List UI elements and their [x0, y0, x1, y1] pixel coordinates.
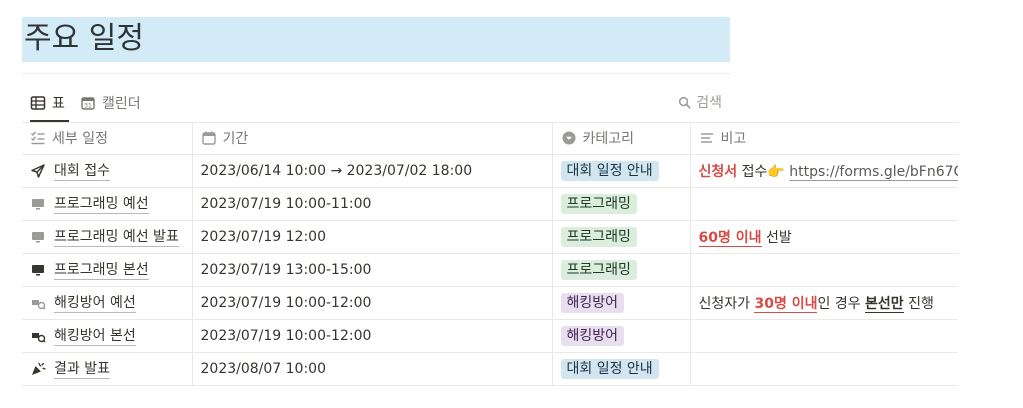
calendar-icon — [201, 130, 217, 146]
table-row[interactable]: 해킹방어 예선 2023/07/19 10:00-12:00 해킹방어 신청자가… — [22, 286, 958, 320]
note-highlight: 30명 이내 — [754, 296, 818, 313]
category-tag: 대회 일정 안내 — [560, 161, 659, 181]
category-tag: 해킹방어 — [560, 326, 625, 346]
checklist-icon — [30, 130, 46, 146]
text-lines-icon — [699, 130, 715, 146]
category-tag: 대회 일정 안내 — [560, 359, 659, 379]
category-cell[interactable]: 프로그래밍 — [551, 220, 690, 254]
tab-calendar-label: 캘린더 — [102, 96, 141, 112]
note-cell[interactable]: 60명 이내 선발 — [689, 220, 958, 254]
note-text: 인 경우 — [817, 296, 866, 312]
form-link[interactable]: https://forms.gle/bFn67Cq — [789, 164, 958, 181]
category-cell[interactable]: 해킹방어 — [551, 319, 690, 353]
note-emphasis: 본선만 — [865, 296, 904, 313]
column-header-label: 카테고리 — [582, 131, 635, 147]
note-text: 접수 — [737, 164, 768, 180]
note-text: 진행 — [903, 296, 934, 312]
svg-text:31: 31 — [84, 103, 92, 110]
note-cell[interactable] — [689, 319, 958, 353]
monitor-icon — [30, 262, 46, 278]
category-cell[interactable]: 대회 일정 안내 — [551, 352, 690, 386]
table-row[interactable]: 프로그래밍 예선 발표 2023/07/19 12:00 프로그래밍 60명 이… — [22, 220, 958, 254]
row-title[interactable]: 결과 발표 — [54, 360, 110, 379]
monitor-icon — [30, 196, 46, 212]
table-row[interactable]: 대회 접수 2023/06/14 10:00 → 2023/07/02 18:0… — [22, 154, 958, 188]
calendar-icon: 31 — [80, 95, 96, 111]
note-text: 신청자가 — [698, 296, 755, 312]
detail-cell[interactable]: 대회 접수 — [22, 154, 192, 188]
period-cell[interactable]: 2023/07/19 10:00-12:00 — [191, 286, 552, 320]
select-icon — [561, 130, 577, 146]
row-title[interactable]: 프로그래밍 본선 — [54, 261, 149, 280]
row-title[interactable]: 프로그래밍 예선 발표 — [54, 228, 179, 247]
category-cell[interactable]: 프로그래밍 — [551, 253, 690, 287]
page-title-block: 주요 일정 — [22, 17, 730, 62]
period-cell[interactable]: 2023/08/07 10:00 — [191, 352, 552, 386]
table-row[interactable]: 해킹방어 본선 2023/07/19 10:00-12:00 해킹방어 — [22, 319, 958, 353]
tab-table[interactable]: 표 — [30, 86, 69, 122]
detail-cell[interactable]: 해킹방어 본선 — [22, 319, 192, 353]
pointing-hand-icon: 👉 — [767, 164, 785, 180]
detail-cell[interactable]: 결과 발표 — [22, 352, 192, 386]
category-cell[interactable]: 프로그래밍 — [551, 187, 690, 221]
category-tag: 프로그래밍 — [560, 260, 637, 280]
period-cell[interactable]: 2023/07/19 10:00-11:00 — [191, 187, 552, 221]
column-header-period[interactable]: 기간 — [191, 122, 552, 155]
category-tag: 프로그래밍 — [560, 194, 637, 214]
search-button[interactable]: 검색 — [678, 92, 722, 112]
row-title[interactable]: 해킹방어 본선 — [54, 327, 136, 346]
period-cell[interactable]: 2023/07/19 12:00 — [191, 220, 552, 254]
column-header-label: 세부 일정 — [52, 131, 108, 147]
hacking-icon — [30, 295, 46, 311]
page-title[interactable]: 주요 일정 — [24, 20, 144, 58]
detail-cell[interactable]: 프로그래밍 예선 발표 — [22, 220, 192, 254]
category-tag: 프로그래밍 — [560, 227, 637, 247]
note-cell[interactable] — [689, 187, 958, 221]
note-cell[interactable]: 신청서 접수👉 https://forms.gle/bFn67Cq — [689, 154, 958, 188]
detail-cell[interactable]: 해킹방어 예선 — [22, 286, 192, 320]
row-title[interactable]: 해킹방어 예선 — [54, 294, 136, 313]
tab-calendar[interactable]: 31 캘린더 — [80, 86, 141, 120]
search-icon — [679, 96, 691, 108]
hacking-icon — [30, 328, 46, 344]
row-title[interactable]: 프로그래밍 예선 — [54, 195, 149, 214]
category-cell[interactable]: 해킹방어 — [551, 286, 690, 320]
column-header-note[interactable]: 비고 — [689, 122, 958, 155]
table-icon — [30, 95, 46, 111]
detail-cell[interactable]: 프로그래밍 본선 — [22, 253, 192, 287]
note-highlight: 신청서 — [698, 164, 738, 180]
send-icon — [30, 163, 46, 179]
party-popper-icon — [30, 361, 46, 377]
note-highlight: 60명 이내 — [698, 230, 762, 247]
note-cell[interactable] — [689, 253, 958, 287]
category-cell[interactable]: 대회 일정 안내 — [551, 154, 690, 188]
period-cell[interactable]: 2023/06/14 10:00 → 2023/07/02 18:00 — [191, 154, 552, 188]
category-tag: 해킹방어 — [560, 293, 625, 313]
table-row[interactable]: 결과 발표 2023/08/07 10:00 대회 일정 안내 — [22, 352, 958, 386]
tab-table-label: 표 — [52, 96, 65, 112]
detail-cell[interactable]: 프로그래밍 예선 — [22, 187, 192, 221]
column-header-label: 비고 — [720, 131, 747, 147]
table-row[interactable]: 프로그래밍 예선 2023/07/19 10:00-11:00 프로그래밍 — [22, 187, 958, 221]
note-cell[interactable] — [689, 352, 958, 386]
title-divider — [22, 73, 730, 74]
note-cell[interactable]: 신청자가 30명 이내인 경우 본선만 진행 — [689, 286, 958, 320]
table-row[interactable]: 프로그래밍 본선 2023/07/19 13:00-15:00 프로그래밍 — [22, 253, 958, 287]
period-cell[interactable]: 2023/07/19 10:00-12:00 — [191, 319, 552, 353]
search-label: 검색 — [696, 95, 722, 111]
column-header-detail[interactable]: 세부 일정 — [22, 122, 192, 155]
schedule-table: 세부 일정 기간 카테고리 비고 대회 접수 2023/06/14 10:00 … — [22, 122, 958, 386]
note-text: 선발 — [761, 230, 792, 246]
column-header-category[interactable]: 카테고리 — [551, 122, 690, 155]
row-title[interactable]: 대회 접수 — [54, 162, 110, 181]
column-header-label: 기간 — [222, 131, 249, 147]
view-switcher: 표 31 캘린더 검색 — [22, 86, 958, 122]
period-cell[interactable]: 2023/07/19 13:00-15:00 — [191, 253, 552, 287]
monitor-icon — [30, 229, 46, 245]
table-header-row: 세부 일정 기간 카테고리 비고 — [22, 122, 958, 155]
